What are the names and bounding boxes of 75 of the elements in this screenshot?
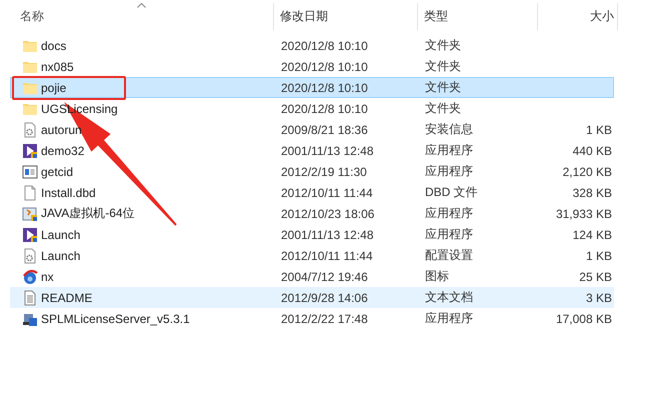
column-header[interactable]: 大小 [538, 3, 618, 30]
modified-date: 2020/12/8 10:10 [281, 102, 368, 116]
file-type: 文件夹 [425, 58, 461, 75]
file-name: Launch [41, 248, 80, 262]
file-name: Install.dbd [41, 186, 96, 200]
file-name: docs [41, 38, 66, 52]
file-name: JAVA虚拟机-64位 [41, 205, 135, 222]
modified-date: 2020/12/8 10:10 [281, 80, 368, 94]
settings-file-icon [22, 248, 38, 264]
play-app-icon [22, 226, 38, 242]
modified-date: 2012/2/22 17:48 [281, 312, 368, 326]
file-row[interactable]: Launch 2001/11/13 12:48 应用程序 124 KB [10, 224, 614, 245]
file-type: 文本文档 [425, 289, 473, 306]
file-type: 应用程序 [425, 205, 473, 222]
file-name: demo32 [41, 144, 84, 158]
modified-date: 2012/10/11 11:44 [281, 248, 373, 262]
file-row[interactable]: JAVA虚拟机-64位 2012/10/23 18:06 应用程序 31,933 KB [10, 203, 614, 224]
file-type: 应用程序 [425, 163, 473, 180]
file-size: 124 KB [572, 228, 612, 242]
file-size: 1 KB [586, 122, 612, 136]
file-row[interactable]: getcid 2012/2/19 11:30 应用程序 2,120 KB [10, 161, 614, 182]
file-type: 配置设置 [425, 247, 473, 264]
file-type: 应用程序 [425, 142, 473, 159]
play-app-icon [22, 142, 38, 158]
file-row[interactable]: nx 2004/7/12 19:46 图标 25 KB [10, 266, 614, 287]
file-name: getcid [41, 164, 74, 178]
modified-date: 2012/10/11 11:44 [281, 186, 373, 200]
window-icon [22, 164, 38, 180]
file-type: 应用程序 [425, 310, 473, 327]
file-name: nx085 [41, 60, 74, 74]
modified-date: 2020/12/8 10:10 [281, 38, 368, 52]
file-size: 31,933 KB [556, 206, 612, 220]
file-size: 2,120 KB [562, 164, 612, 178]
modified-date: 2009/8/21 18:36 [281, 122, 368, 136]
file-row[interactable]: nx085 2020/12/8 10:10 文件夹 [10, 56, 614, 77]
file-row[interactable]: Install.dbd 2012/10/11 11:44 DBD 文件 328 KB [10, 182, 614, 203]
file-type: DBD 文件 [425, 184, 478, 201]
file-size: 25 KB [579, 270, 612, 284]
file-name: README [41, 290, 92, 304]
file-name: Launch [41, 228, 80, 242]
blank-file-icon [22, 184, 38, 200]
file-type: 文件夹 [425, 100, 461, 117]
file-type: 图标 [425, 268, 449, 285]
modified-date: 2012/9/28 14:06 [281, 290, 368, 304]
column-header[interactable]: 修改日期 [274, 3, 418, 30]
settings-file-icon [22, 122, 38, 138]
file-row[interactable]: demo32 2001/11/13 12:48 应用程序 440 KB [10, 140, 614, 161]
column-header[interactable]: 名称 [10, 3, 274, 30]
file-type: 文件夹 [425, 37, 461, 54]
file-name: pojie [41, 80, 66, 94]
file-size: 3 KB [586, 290, 612, 304]
file-type: 应用程序 [425, 226, 473, 243]
file-size: 1 KB [586, 248, 612, 262]
column-header[interactable]: 类型 [418, 3, 538, 30]
file-name: nx [41, 270, 54, 284]
file-size: 440 KB [572, 144, 612, 158]
modified-date: 2012/10/23 18:06 [281, 206, 374, 220]
modified-date: 2001/11/13 12:48 [281, 228, 374, 242]
sort-caret-icon [136, 3, 146, 8]
text-file-icon [22, 290, 38, 306]
installer-icon [22, 206, 38, 222]
globe-icon [22, 268, 38, 284]
modified-date: 2012/2/19 11:30 [281, 164, 367, 178]
modified-date: 2020/12/8 10:10 [281, 60, 368, 74]
modified-date: 2004/7/12 19:46 [281, 270, 368, 284]
file-size: 328 KB [572, 186, 612, 200]
file-row[interactable]: Launch 2012/10/11 11:44 配置设置 1 KB [10, 245, 614, 266]
file-type: 文件夹 [425, 79, 461, 96]
file-type: 安装信息 [425, 121, 473, 138]
file-row[interactable]: docs 2020/12/8 10:10 文件夹 [10, 35, 614, 56]
file-row[interactable]: SPLMLicenseServer_v5.3.1 2012/2/22 17:48 应用程序 17,008 KB [10, 308, 614, 329]
file-name: SPLMLicenseServer_v5.3.1 [41, 312, 190, 326]
file-size: 17,008 KB [556, 312, 612, 326]
hovered-row[interactable]: README 2012/9/28 14:06 文本文档 3 KB [10, 287, 614, 308]
modified-date: 2001/11/13 12:48 [281, 144, 374, 158]
